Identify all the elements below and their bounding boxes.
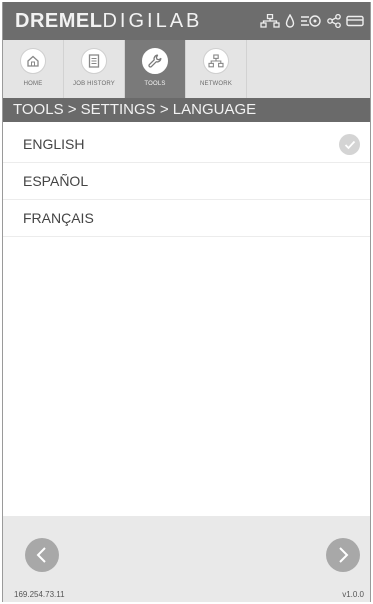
breadcrumb: TOOLS > SETTINGS > LANGUAGE bbox=[3, 98, 370, 122]
chevron-right-icon bbox=[339, 547, 349, 563]
language-option-francais[interactable]: FRANÇAIS bbox=[3, 200, 370, 237]
back-button[interactable] bbox=[25, 538, 59, 572]
language-label: FRANÇAIS bbox=[23, 210, 94, 226]
tab-bar: HOME JOB HISTORY TOOLS NETWORK bbox=[3, 40, 370, 98]
tab-network[interactable]: NETWORK bbox=[186, 40, 247, 98]
card-icon bbox=[346, 15, 364, 27]
chevron-left-icon bbox=[36, 547, 46, 563]
filament-icon bbox=[300, 14, 322, 28]
brand-logo: DREMELDIGILAB bbox=[15, 10, 202, 32]
language-label: ENGLISH bbox=[23, 136, 85, 152]
network-icon bbox=[203, 48, 229, 74]
home-icon bbox=[20, 48, 46, 74]
footer: 169.254.73.11 v1.0.0 bbox=[3, 516, 370, 602]
ip-address: 169.254.73.11 bbox=[14, 590, 65, 599]
tab-bar-filler bbox=[247, 40, 370, 98]
next-button[interactable] bbox=[326, 538, 360, 572]
brand-bold-text: DREMEL bbox=[15, 10, 103, 32]
tab-label: HOME bbox=[23, 81, 43, 87]
tab-job-history[interactable]: JOB HISTORY bbox=[64, 40, 125, 98]
language-list: ENGLISH ESPAÑOL FRANÇAIS bbox=[3, 126, 370, 237]
top-bar: DREMELDIGILAB bbox=[3, 2, 370, 40]
language-label: ESPAÑOL bbox=[23, 173, 89, 189]
tab-home[interactable]: HOME bbox=[3, 40, 64, 98]
tab-label: TOOLS bbox=[144, 81, 166, 87]
app-frame: DREMELDIGILAB HOME JOB HISTORY TOOLS NET… bbox=[2, 2, 371, 602]
tab-tools[interactable]: TOOLS bbox=[125, 40, 186, 98]
brand-light-text: DIGILAB bbox=[102, 10, 203, 32]
tab-label: JOB HISTORY bbox=[73, 81, 115, 87]
tab-label: NETWORK bbox=[199, 81, 233, 87]
version-label: v1.0.0 bbox=[342, 590, 364, 599]
drop-icon bbox=[285, 14, 295, 28]
wrench-icon bbox=[142, 48, 168, 74]
language-option-espanol[interactable]: ESPAÑOL bbox=[3, 163, 370, 200]
selected-check-icon bbox=[339, 134, 360, 155]
network-icon bbox=[260, 14, 280, 28]
share-icon bbox=[327, 14, 341, 28]
language-option-english[interactable]: ENGLISH bbox=[3, 126, 370, 163]
status-icons bbox=[260, 12, 364, 30]
document-icon bbox=[81, 48, 107, 74]
